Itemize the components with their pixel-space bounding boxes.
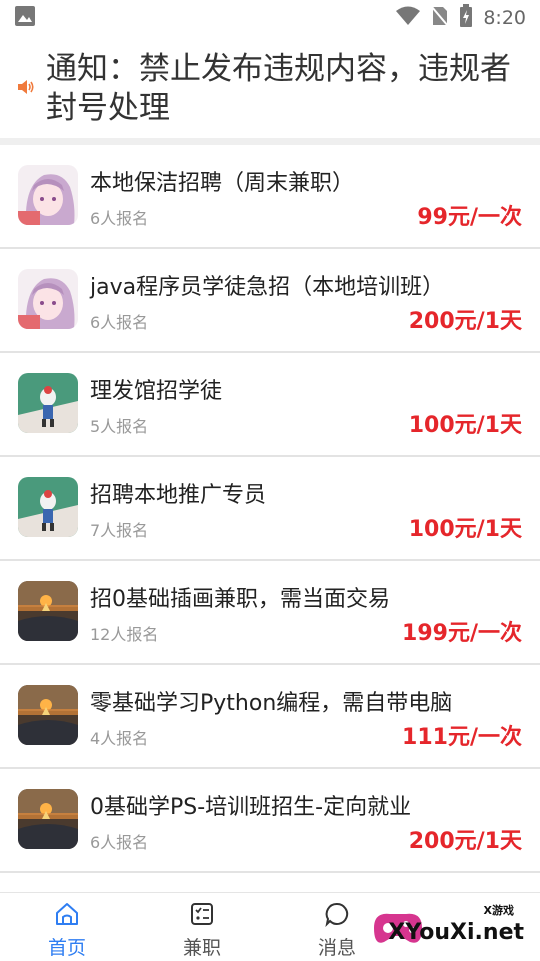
job-thumbnail xyxy=(18,477,78,537)
watermark-small-text: X游戏 xyxy=(483,904,514,917)
job-thumbnail xyxy=(18,789,78,849)
job-list-item[interactable]: 本地保洁招聘（周末兼职） 6人报名 99元/一次 xyxy=(0,145,540,249)
job-thumbnail xyxy=(18,373,78,433)
job-price: 200元/1天 xyxy=(408,309,522,334)
job-title: 招0基础插画兼职，需当面交易 xyxy=(90,587,390,612)
job-list-item[interactable]: 招聘本地推广专员 7人报名 100元/1天 xyxy=(0,457,540,561)
divider xyxy=(0,138,540,145)
job-title: 本地保洁招聘（周末兼职） xyxy=(90,171,355,196)
job-list-item[interactable]: 理发馆招学徒 5人报名 100元/1天 xyxy=(0,353,540,457)
job-thumbnail xyxy=(18,165,78,225)
job-title: 理发馆招学徒 xyxy=(90,379,223,404)
site-watermark: X游戏 XYouXi.net xyxy=(366,900,534,954)
battery-charging-icon xyxy=(459,4,473,32)
status-time: 8:20 xyxy=(483,7,526,29)
job-list-item[interactable]: 零基础学习Python编程，需自带电脑 4人报名 111元/一次 xyxy=(0,665,540,769)
tab-label-part-time: 兼职 xyxy=(182,937,221,959)
job-thumbnail xyxy=(18,685,78,745)
job-signup-count: 7人报名 xyxy=(90,521,149,540)
job-signup-count: 4人报名 xyxy=(90,729,149,748)
job-title: 招聘本地推广专员 xyxy=(90,483,267,508)
job-thumbnail xyxy=(18,581,78,641)
job-price: 199元/一次 xyxy=(402,621,522,646)
job-title: 0基础学PS-培训班招生-定向就业 xyxy=(90,795,412,820)
job-title: java程序员学徒急招（本地培训班） xyxy=(90,275,445,300)
job-price: 111元/一次 xyxy=(402,725,522,750)
job-signup-count: 12人报名 xyxy=(90,625,159,644)
job-list-item[interactable]: 0基础学PS-培训班招生-定向就业 6人报名 200元/1天 xyxy=(0,769,540,873)
job-list[interactable]: 本地保洁招聘（周末兼职） 6人报名 99元/一次 java程序员学徒急招（本地培训班）… xyxy=(0,145,540,873)
job-list-item[interactable]: 招0基础插画兼职，需当面交易 12人报名 199元/一次 xyxy=(0,561,540,665)
speaker-icon xyxy=(16,77,36,101)
watermark-site-name: XYouXi.net xyxy=(388,920,524,945)
job-price: 99元/一次 xyxy=(417,205,522,230)
job-price: 200元/1天 xyxy=(408,829,522,854)
status-bar: 8:20 xyxy=(0,0,540,36)
job-thumbnail xyxy=(18,269,78,329)
job-title: 零基础学习Python编程，需自带电脑 xyxy=(90,691,453,716)
job-price: 100元/1天 xyxy=(408,517,522,542)
job-signup-count: 6人报名 xyxy=(90,833,149,852)
home-icon xyxy=(17,901,117,931)
tab-part-time[interactable]: 兼职 xyxy=(152,893,252,961)
job-list-item[interactable]: java程序员学徒急招（本地培训班） 6人报名 200元/1天 xyxy=(0,249,540,353)
job-signup-count: 6人报名 xyxy=(90,209,149,228)
tab-home[interactable]: 首页 xyxy=(17,893,117,961)
no-sim-icon xyxy=(431,5,450,31)
job-price: 100元/1天 xyxy=(408,413,522,438)
checklist-icon xyxy=(152,901,252,931)
job-signup-count: 6人报名 xyxy=(90,313,149,332)
job-signup-count: 5人报名 xyxy=(90,417,149,436)
wifi-icon xyxy=(395,6,421,30)
notice-text: 通知：禁止发布违规内容，违规者封号处理 xyxy=(46,51,511,126)
image-notification-icon xyxy=(14,5,36,31)
tab-label-home: 首页 xyxy=(47,937,86,959)
notice-banner: 通知：禁止发布违规内容，违规者封号处理 xyxy=(0,40,540,138)
